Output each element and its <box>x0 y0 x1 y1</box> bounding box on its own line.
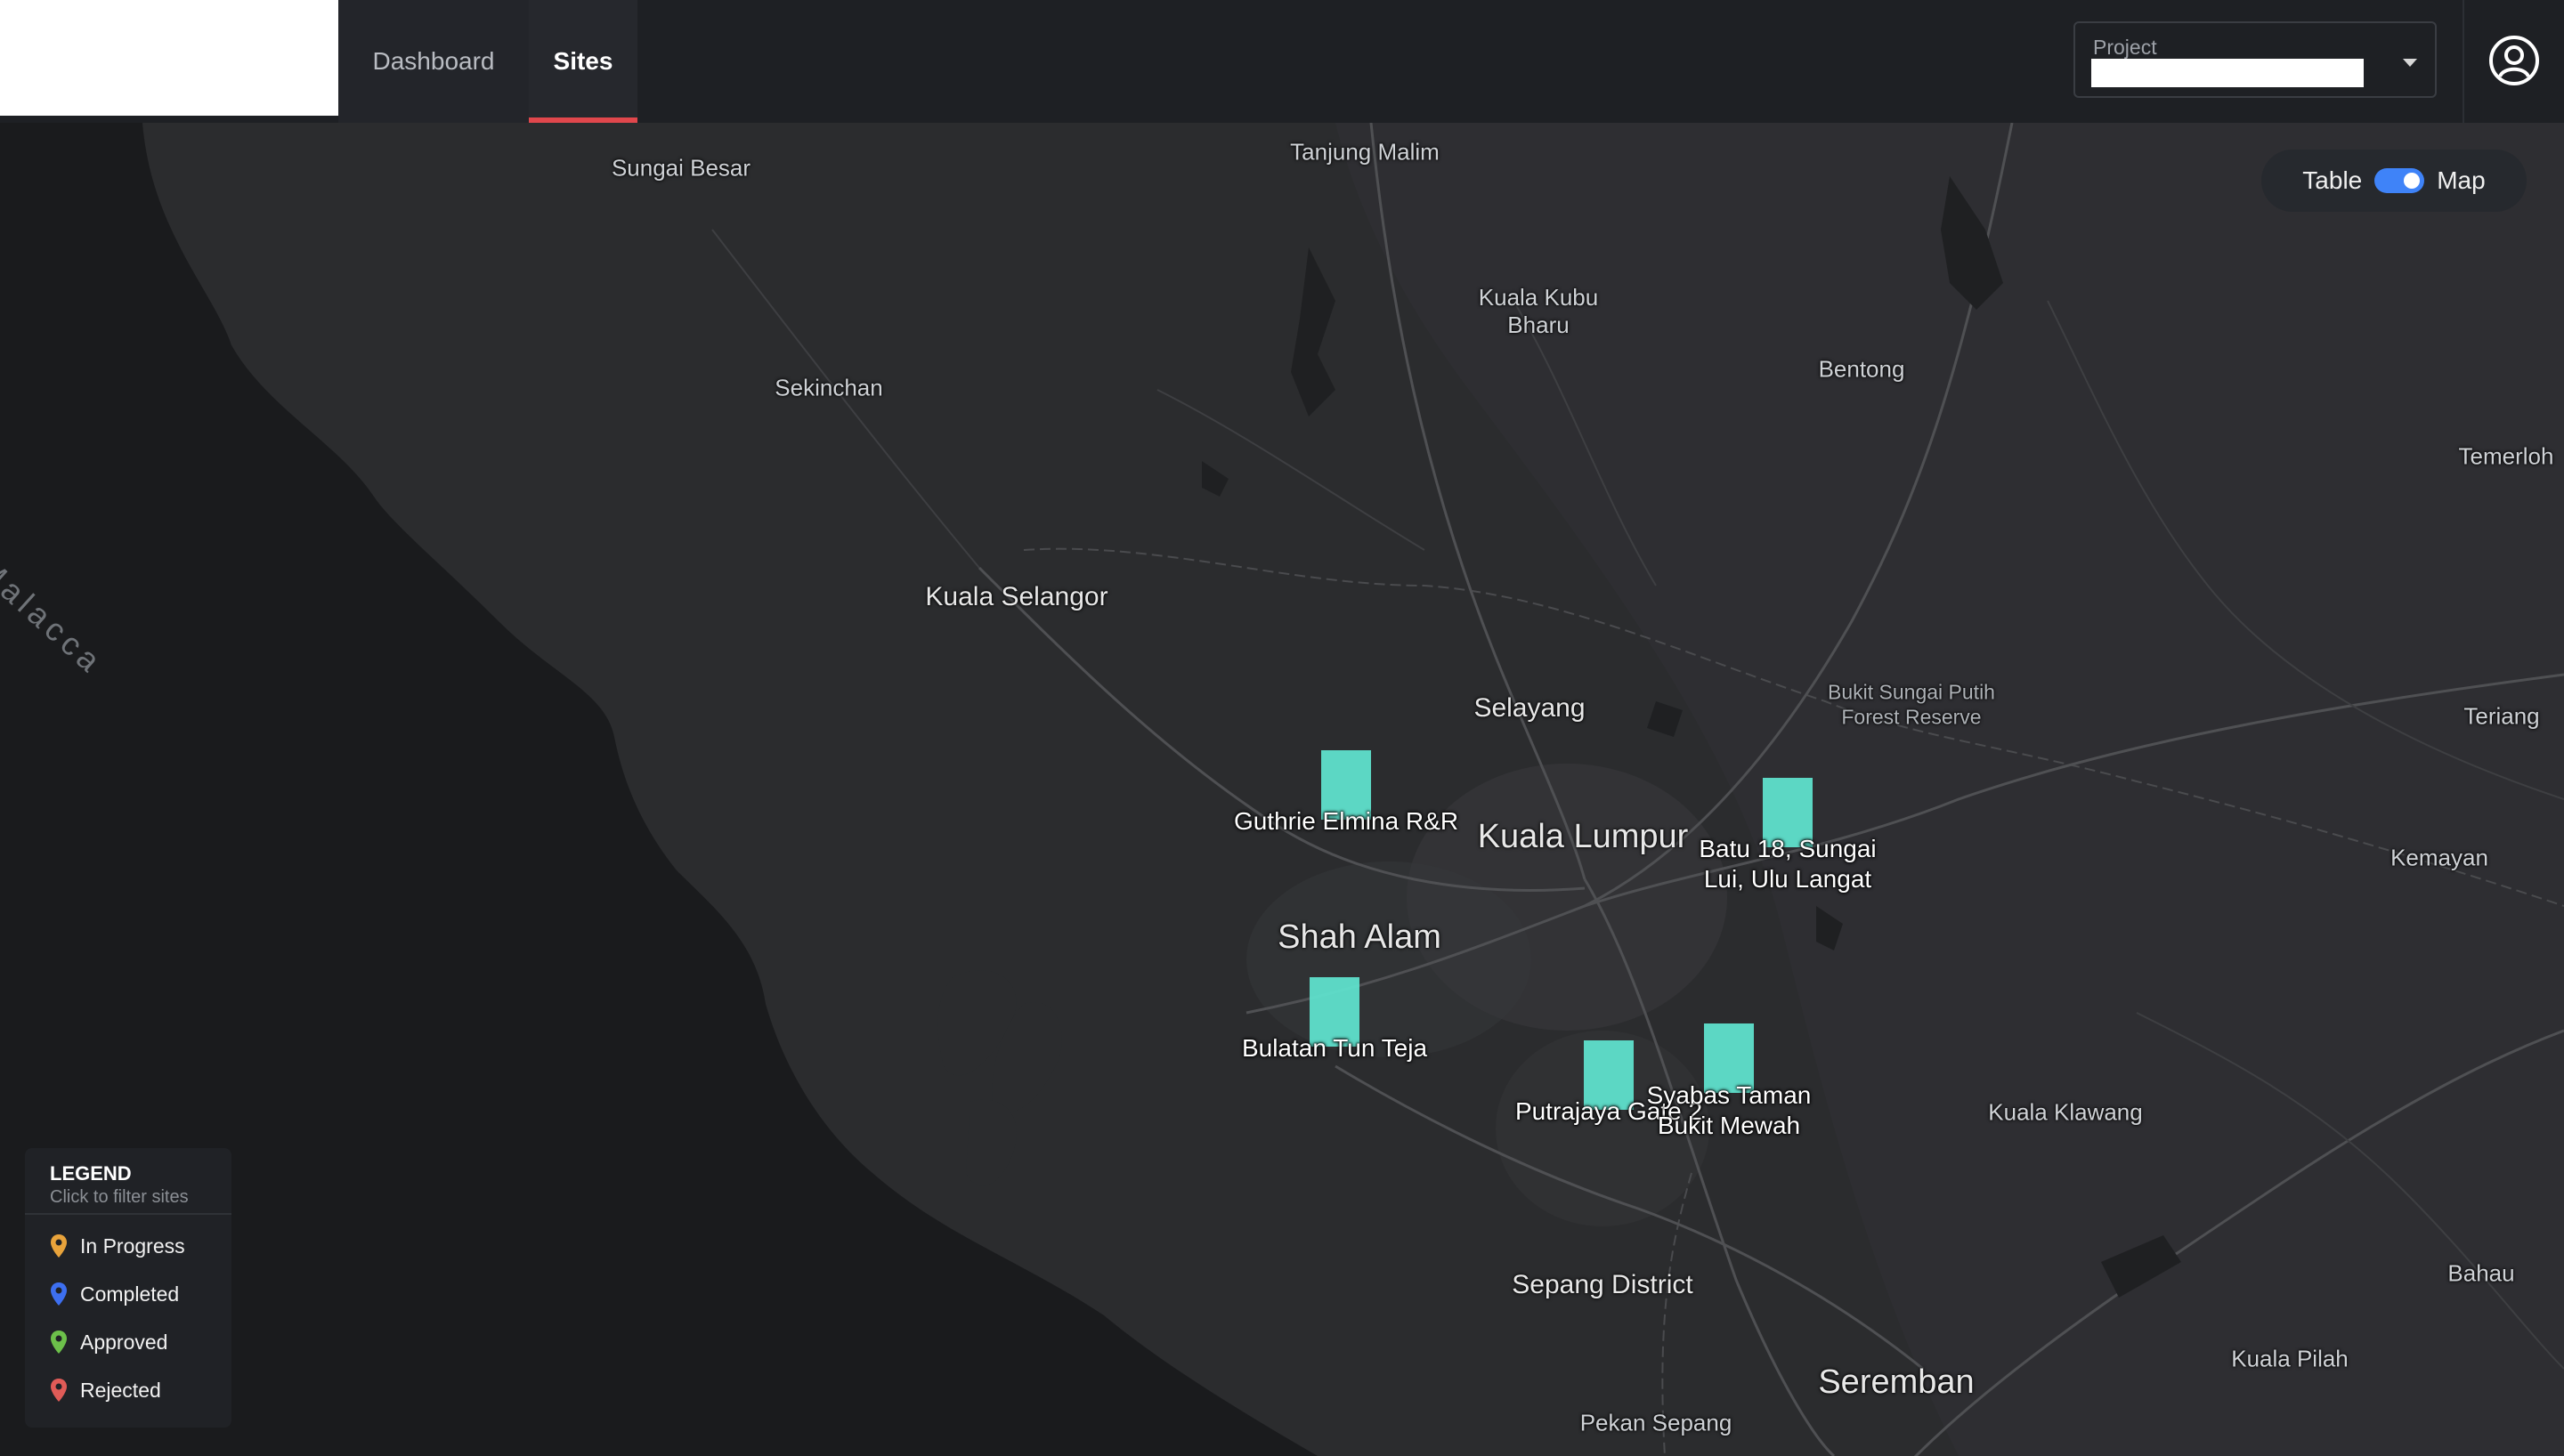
site-marker-label: Guthrie Elmina R&R <box>1233 807 1459 835</box>
site-marker-label: Batu 18, Sungai Lui, Ulu Langat <box>1699 835 1877 893</box>
top-navigation-bar: Dashboard Sites Project <box>0 0 2564 123</box>
place-label: Tanjung Malim <box>1290 138 1440 166</box>
place-label: Sepang District <box>1512 1270 1693 1299</box>
tab-sites[interactable]: Sites <box>529 0 637 123</box>
map-pin-icon <box>51 1331 67 1354</box>
legend-item-label: Approved <box>80 1330 168 1354</box>
place-label: Shah Alam <box>1278 918 1441 957</box>
place-label: Sekinchan <box>775 374 883 401</box>
view-toggle-map-label[interactable]: Map <box>2437 166 2485 195</box>
view-toggle: Table Map <box>2261 150 2527 212</box>
place-label: Kuala Selangor <box>925 582 1108 611</box>
map-legend: LEGEND Click to filter sites In Progress… <box>25 1148 231 1428</box>
place-label: Pekan Sepang <box>1579 1409 1732 1436</box>
legend-item-completed[interactable]: Completed <box>25 1270 231 1318</box>
place-label: Bukit Sungai Putih Forest Reserve <box>1828 680 1995 728</box>
view-toggle-table-label[interactable]: Table <box>2302 166 2362 195</box>
legend-title: LEGEND <box>50 1162 132 1185</box>
place-label: Bahau <box>2447 1259 2515 1287</box>
legend-item-approved[interactable]: Approved <box>25 1318 231 1366</box>
legend-header: LEGEND Click to filter sites <box>25 1148 231 1215</box>
chevron-down-icon[interactable] <box>2403 59 2417 67</box>
place-label: Seremban <box>1818 1363 1975 1402</box>
project-select-value <box>2091 59 2364 87</box>
place-label: Kuala Lumpur <box>1477 818 1689 856</box>
tab-dashboard[interactable]: Dashboard <box>338 0 529 123</box>
map-pin-icon <box>51 1379 67 1402</box>
place-label: Kuala Pilah <box>2231 1345 2349 1372</box>
project-select-label: Project <box>2093 36 2157 59</box>
project-select[interactable]: Project <box>2073 21 2437 98</box>
place-label: Bentong <box>1818 355 1905 383</box>
place-label: Kuala Kubu Bharu <box>1478 283 1599 338</box>
divider <box>2463 0 2464 123</box>
sites-map[interactable]: Malacca Sungai Besar Tanjung Malim Kuala… <box>0 123 2564 1456</box>
legend-item-label: Rejected <box>80 1378 161 1402</box>
place-label: Kemayan <box>2390 844 2488 871</box>
legend-item-in-progress[interactable]: In Progress <box>25 1222 231 1270</box>
map-pin-icon <box>51 1282 67 1306</box>
place-label: Sungai Besar <box>611 154 751 182</box>
place-label: Kuala Klawang <box>1988 1098 2143 1126</box>
place-label: Selayang <box>1473 693 1586 723</box>
map-basemap <box>142 123 2564 1456</box>
view-toggle-switch[interactable] <box>2374 168 2425 193</box>
legend-subtitle: Click to filter sites <box>50 1187 189 1207</box>
legend-item-rejected[interactable]: Rejected <box>25 1366 231 1414</box>
logo[interactable] <box>0 0 338 116</box>
legend-item-label: Completed <box>80 1282 180 1306</box>
site-marker-label: Bulatan Tun Teja <box>1241 1034 1428 1062</box>
map-pin-icon <box>51 1234 67 1258</box>
legend-item-label: In Progress <box>80 1234 185 1258</box>
place-label: Temerloh <box>2458 442 2554 470</box>
site-marker-label: Syabas Taman Bukit Mewah <box>1646 1081 1812 1139</box>
account-icon[interactable] <box>2486 32 2543 89</box>
place-label: Teriang <box>2463 702 2540 730</box>
